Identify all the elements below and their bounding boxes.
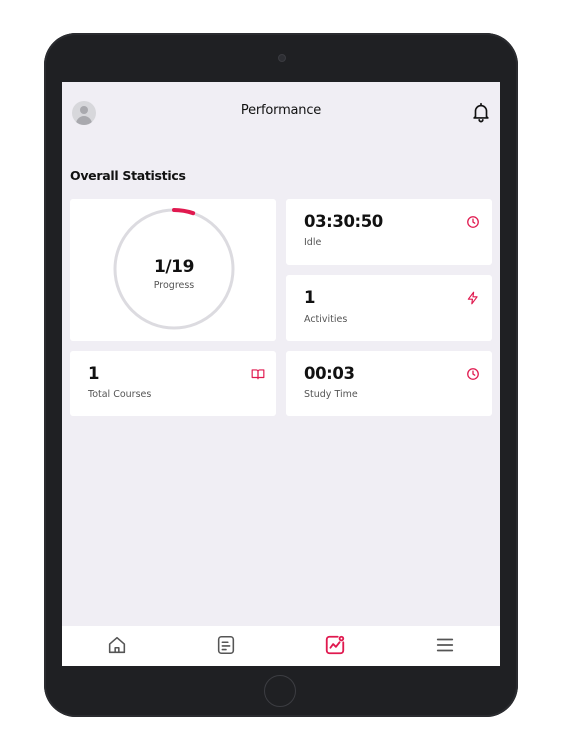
- clock-icon: [467, 216, 479, 228]
- total-courses-label: Total Courses: [88, 389, 152, 400]
- study-time-card[interactable]: 00:03 Study Time: [286, 351, 492, 416]
- activities-value: 1: [304, 288, 316, 307]
- progress-label: Progress: [153, 280, 195, 291]
- page-title: Performance: [240, 103, 322, 118]
- idle-label: Idle: [304, 237, 322, 248]
- activities-label: Activities: [304, 314, 348, 325]
- bottom-nav: [62, 626, 500, 666]
- idle-value: 03:30:50: [304, 212, 383, 231]
- app-screen: Performance Overall Statistics 1/19 Prog…: [62, 82, 500, 666]
- progress-ring: 1/19 Progress: [110, 205, 238, 333]
- lightning-icon: [467, 291, 478, 305]
- camera-dot: [278, 54, 286, 62]
- chart-icon[interactable]: [324, 634, 346, 656]
- total-courses-value: 1: [88, 364, 100, 383]
- bell-icon[interactable]: [470, 101, 492, 123]
- section-title: Overall Statistics: [70, 168, 186, 183]
- progress-value: 1/19: [153, 257, 195, 277]
- menu-icon[interactable]: [434, 634, 456, 656]
- clock-icon: [467, 368, 479, 380]
- device-home-button[interactable]: [264, 675, 296, 707]
- home-icon[interactable]: [106, 634, 128, 656]
- book-icon: [251, 369, 265, 380]
- study-time-value: 00:03: [304, 364, 355, 383]
- document-icon[interactable]: [215, 634, 237, 656]
- progress-card[interactable]: 1/19 Progress: [70, 199, 276, 341]
- total-courses-card[interactable]: 1 Total Courses: [70, 351, 276, 416]
- idle-card[interactable]: 03:30:50 Idle: [286, 199, 492, 265]
- study-time-label: Study Time: [304, 389, 358, 400]
- activities-card[interactable]: 1 Activities: [286, 275, 492, 341]
